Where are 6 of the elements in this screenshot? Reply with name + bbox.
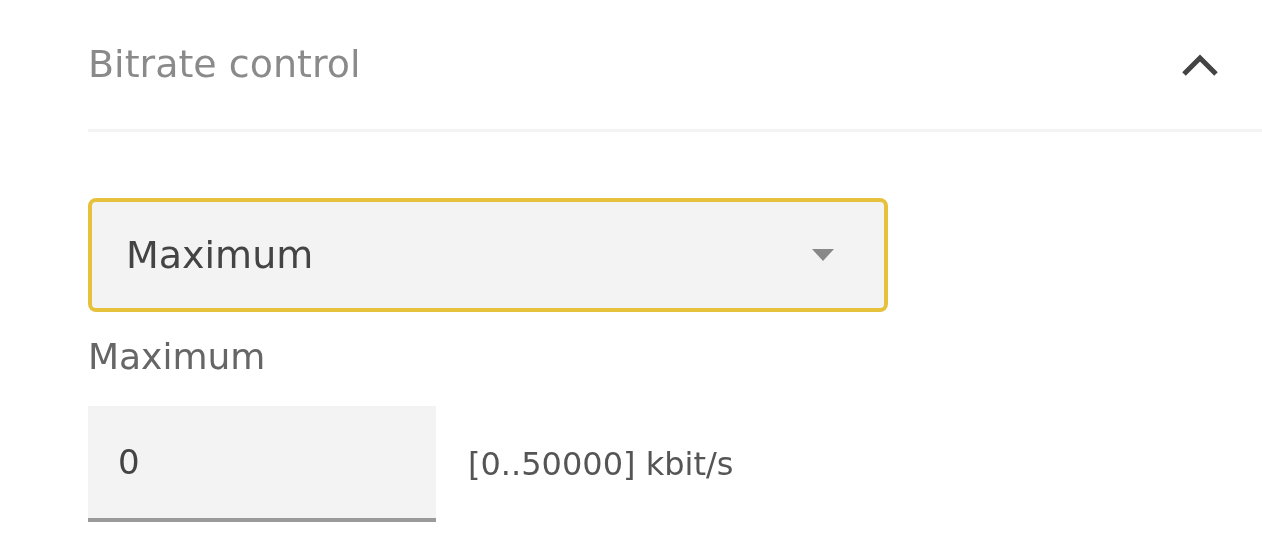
caret-icon	[812, 249, 834, 261]
input-field[interactable]: 0	[88, 406, 436, 522]
mode-dropdown[interactable]: Maximum	[88, 198, 888, 312]
range-hint: [0..50000] kbit/s	[468, 444, 734, 485]
field-label: Maximum	[88, 335, 267, 379]
section-title: Bitrate control	[88, 41, 361, 88]
